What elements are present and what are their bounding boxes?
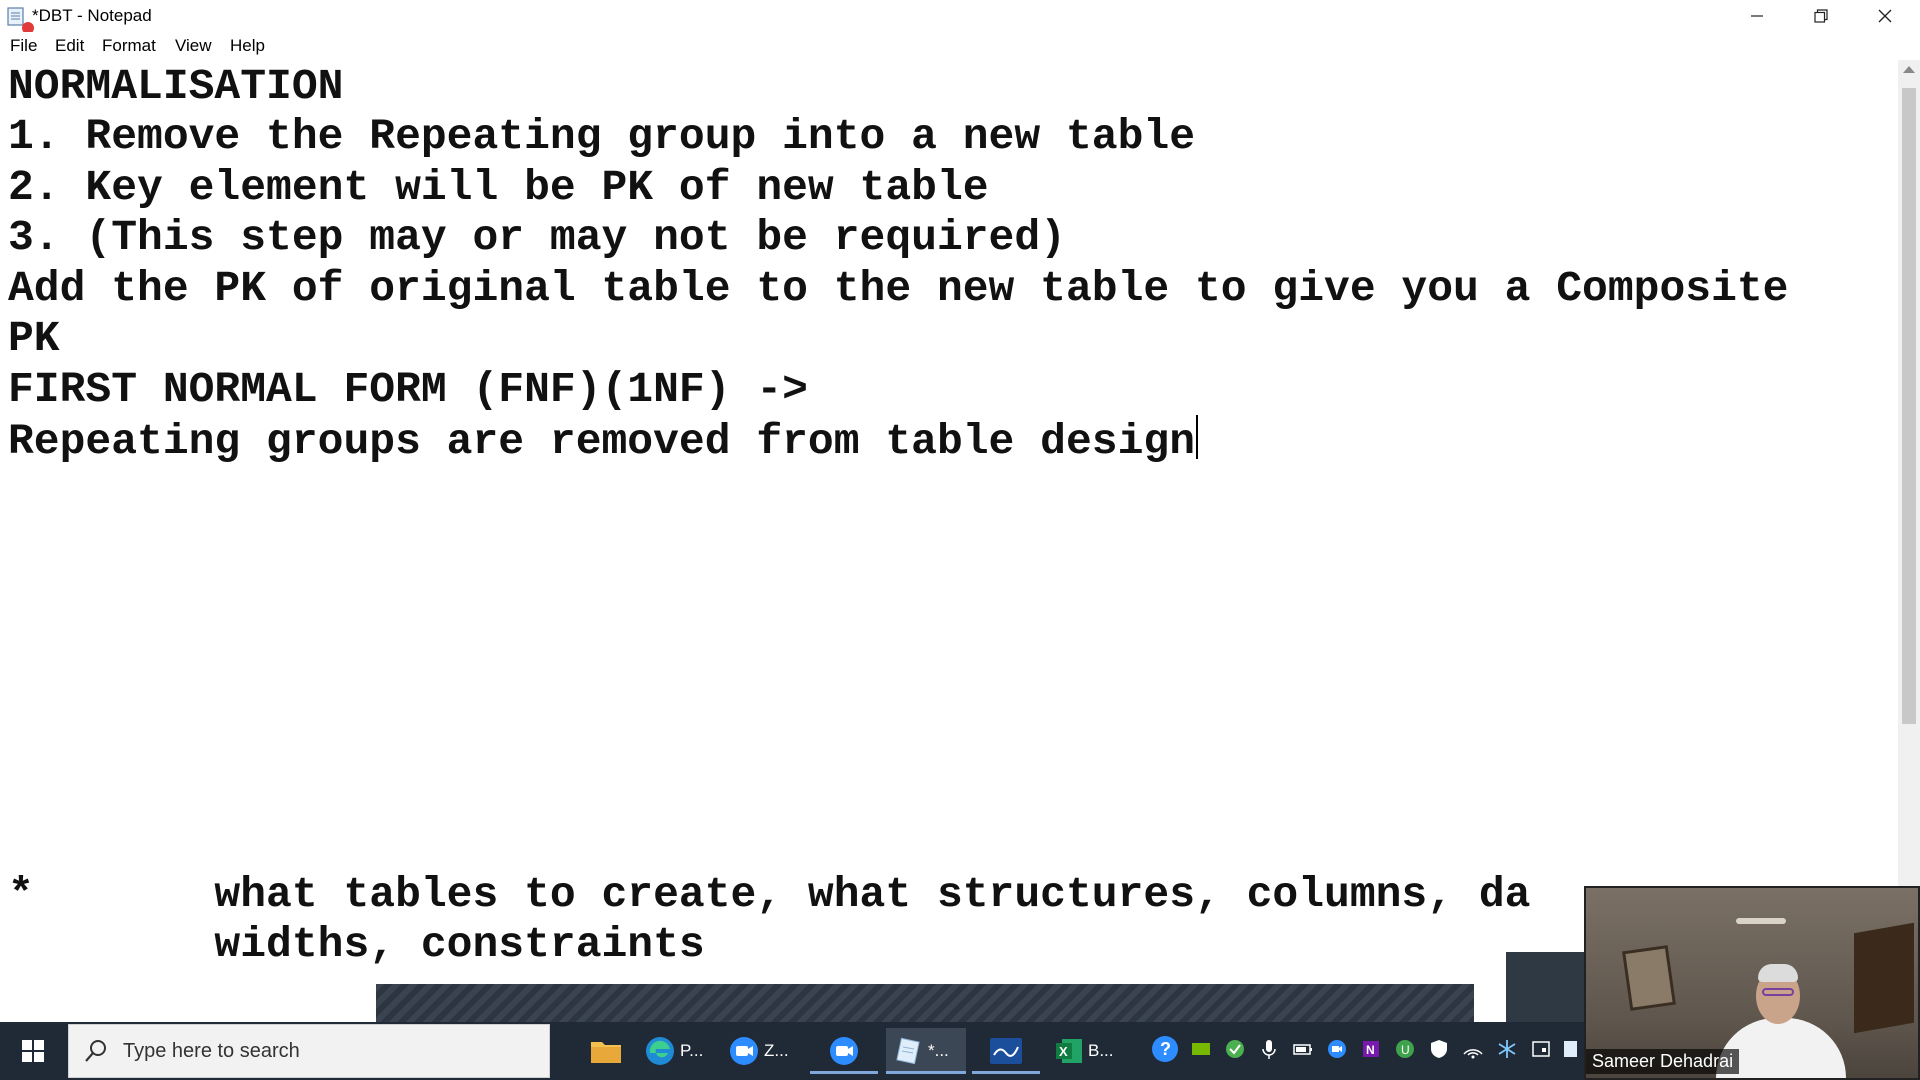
running-indicator bbox=[810, 1071, 878, 1074]
security-check-icon[interactable] bbox=[1224, 1038, 1246, 1060]
title-bar: *DBT - Notepad bbox=[0, 0, 1920, 34]
running-indicator bbox=[972, 1071, 1040, 1074]
text-editor[interactable]: NORMALISATION 1. Remove the Repeating gr… bbox=[0, 60, 1898, 1022]
participant-name-label: Sameer Dehadrai bbox=[1586, 1049, 1740, 1074]
search-placeholder: Type here to search bbox=[123, 1040, 300, 1062]
menu-view-label: View bbox=[175, 36, 212, 55]
snowflake-icon[interactable] bbox=[1496, 1038, 1518, 1060]
text-line: NORMALISATION bbox=[8, 62, 344, 111]
nvidia-icon[interactable] bbox=[1190, 1038, 1212, 1060]
text-line-with-caret: Repeating groups are removed from table … bbox=[8, 415, 1198, 466]
help-icon[interactable]: ? bbox=[1150, 1034, 1180, 1064]
menu-file-label: File bbox=[10, 36, 38, 55]
taskbar-zoom[interactable]: Z... bbox=[728, 1028, 790, 1074]
close-icon bbox=[1878, 9, 1892, 23]
svg-text:N: N bbox=[1366, 1043, 1375, 1057]
screen-share-banner bbox=[376, 984, 1474, 1022]
menu-format[interactable]: Format bbox=[102, 36, 156, 56]
update-icon[interactable]: U bbox=[1394, 1038, 1416, 1060]
excel-icon: X bbox=[1056, 1039, 1082, 1063]
restore-button[interactable] bbox=[1790, 0, 1852, 32]
wifi-icon[interactable] bbox=[1462, 1038, 1484, 1060]
text-line: 3. (This step may or may not be required… bbox=[8, 213, 1066, 262]
menu-edit-label: Edit bbox=[55, 36, 85, 55]
screen-share-panel bbox=[1506, 952, 1586, 1022]
text-line: Repeating groups are removed from table … bbox=[8, 417, 1195, 466]
participant-hair bbox=[1758, 964, 1798, 982]
onenote-icon[interactable]: N bbox=[1360, 1038, 1382, 1060]
ceiling-fan bbox=[1736, 918, 1786, 924]
svg-text:X: X bbox=[1059, 1044, 1068, 1059]
taskbar-app-label: *... bbox=[928, 1041, 949, 1060]
menu-file[interactable]: File bbox=[10, 36, 37, 56]
start-button[interactable] bbox=[0, 1022, 66, 1080]
taskbar-app-label: B... bbox=[1088, 1041, 1114, 1060]
svg-text:?: ? bbox=[1160, 1039, 1171, 1059]
taskbar-edge[interactable]: P... bbox=[644, 1028, 706, 1074]
microphone-icon[interactable] bbox=[1258, 1038, 1280, 1060]
whiteboard-icon bbox=[990, 1038, 1022, 1064]
zoom-icon bbox=[730, 1037, 758, 1065]
menu-help[interactable]: Help bbox=[230, 36, 265, 56]
menu-view[interactable]: View bbox=[175, 36, 212, 56]
vertical-scrollbar[interactable] bbox=[1898, 60, 1920, 1022]
participant-glasses bbox=[1762, 988, 1794, 996]
taskbar-excel[interactable]: X B... bbox=[1054, 1028, 1122, 1074]
search-icon bbox=[85, 1040, 106, 1062]
minimize-button[interactable] bbox=[1726, 0, 1788, 32]
close-button[interactable] bbox=[1854, 0, 1916, 32]
taskbar-file-explorer[interactable] bbox=[590, 1028, 630, 1074]
shield-icon[interactable] bbox=[1428, 1038, 1450, 1060]
restore-icon bbox=[1814, 9, 1828, 23]
folder-icon bbox=[591, 1042, 621, 1063]
wall-picture-frame bbox=[1622, 945, 1676, 1011]
text-line: PK bbox=[8, 314, 60, 363]
windows-logo-icon bbox=[22, 1040, 44, 1062]
taskbar-search-box[interactable]: Type here to search bbox=[68, 1024, 550, 1078]
notepad-taskbar-icon bbox=[896, 1037, 920, 1065]
text-line: FIRST NORMAL FORM (FNF)(1NF) -> bbox=[8, 365, 808, 414]
minimize-icon bbox=[1751, 15, 1763, 17]
active-indicator bbox=[886, 1071, 966, 1074]
wall-shelf bbox=[1854, 922, 1914, 1034]
scrollbar-thumb[interactable] bbox=[1902, 88, 1916, 724]
battery-icon[interactable] bbox=[1292, 1038, 1314, 1060]
notepad-tray-icon[interactable] bbox=[1562, 1038, 1580, 1060]
taskbar: Type here to search P... Z... *... X B..… bbox=[0, 1022, 1586, 1080]
window-title: *DBT - Notepad bbox=[32, 6, 152, 25]
taskbar-app-label: P... bbox=[680, 1041, 704, 1060]
display-icon[interactable] bbox=[1530, 1038, 1552, 1060]
zoom-meeting-icon bbox=[830, 1037, 858, 1065]
edge-browser-icon bbox=[646, 1037, 674, 1065]
menu-edit[interactable]: Edit bbox=[55, 36, 84, 56]
text-line: 1. Remove the Repeating group into a new… bbox=[8, 112, 1195, 161]
text-line: * what tables to create, what structures… bbox=[8, 870, 1531, 919]
text-line: widths, constraints bbox=[8, 920, 705, 969]
svg-text:U: U bbox=[1401, 1043, 1410, 1057]
taskbar-zoom-meeting[interactable] bbox=[810, 1028, 878, 1074]
taskbar-whiteboard[interactable] bbox=[972, 1028, 1040, 1074]
taskbar-notepad[interactable]: *... bbox=[886, 1028, 966, 1074]
menu-format-label: Format bbox=[102, 36, 156, 55]
text-line: Add the PK of original table to the new … bbox=[8, 264, 1789, 313]
zoom-tray-icon[interactable] bbox=[1326, 1038, 1348, 1060]
menu-bar: File Edit Format View Help bbox=[0, 32, 1920, 61]
menu-help-label: Help bbox=[230, 36, 265, 55]
text-line: 2. Key element will be PK of new table bbox=[8, 163, 989, 212]
scroll-up-icon[interactable] bbox=[1903, 66, 1915, 73]
taskbar-app-label: Z... bbox=[764, 1041, 789, 1060]
text-caret bbox=[1196, 415, 1198, 459]
